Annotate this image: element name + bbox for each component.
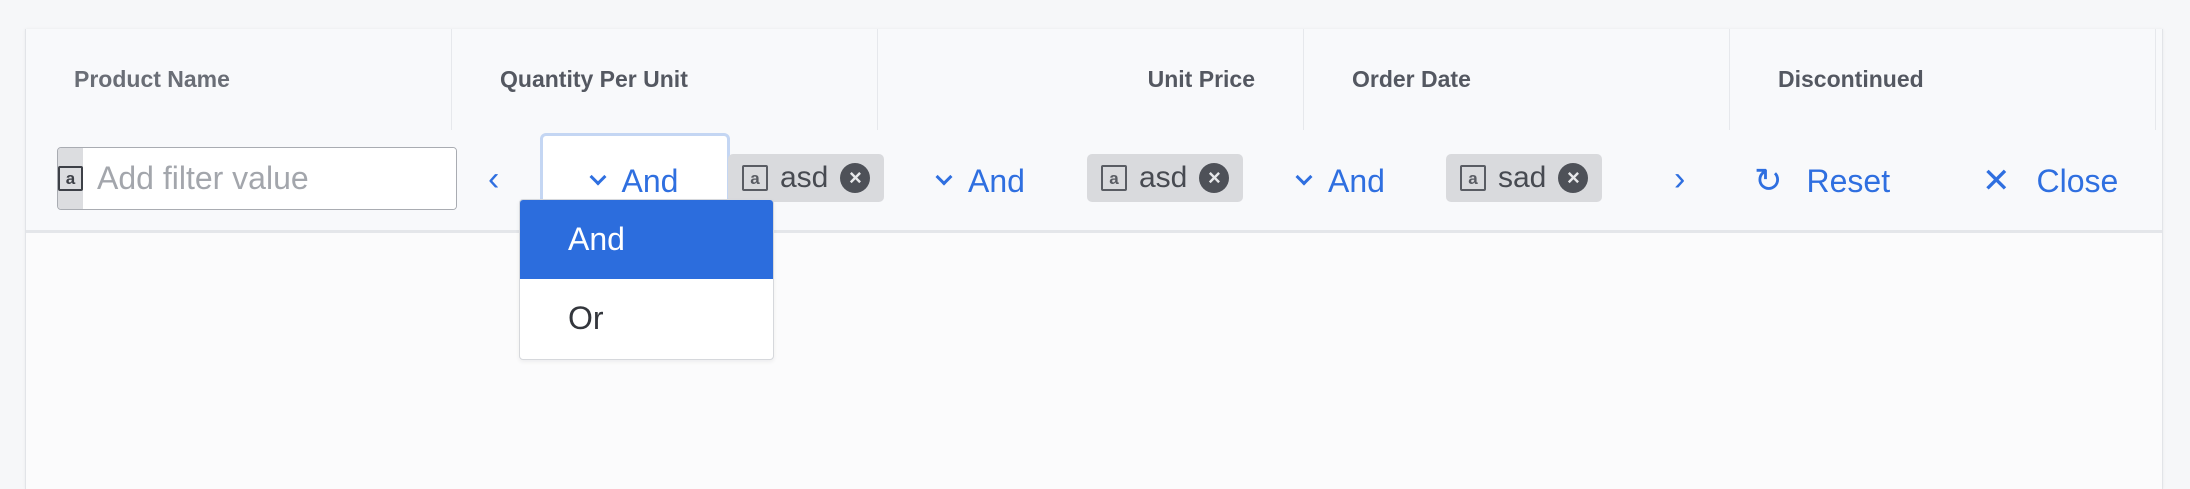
column-header-discontinued[interactable]: Discontinued [1730,29,2156,130]
reset-icon: ↻ [1754,162,1783,200]
chevron-down-icon [589,168,607,186]
chip-value: asd [1139,161,1188,194]
dropdown-option-or[interactable]: Or [520,279,773,358]
text-type-icon: a [58,166,83,191]
reset-label: Reset [1806,162,1891,199]
reset-button[interactable]: ↻ Reset [1754,152,1890,210]
remove-chip-icon[interactable]: × [1558,163,1589,193]
text-type-icon: a [1101,165,1127,191]
text-type-icon: a [1460,165,1486,191]
filter-chip-2[interactable]: a asd × [1087,154,1244,202]
operator-label: And [1328,162,1385,199]
chevron-down-icon [1295,168,1313,186]
close-label: Close [2036,162,2119,199]
operator-dropdown-menu: And Or [519,199,774,360]
chevron-down-icon [935,168,953,186]
filter-chip-3[interactable]: a sad × [1446,154,1603,202]
filter-value-input[interactable] [83,148,456,209]
column-label: Product Name [74,66,230,92]
column-header-product-name[interactable]: Product Name [26,29,452,130]
operator-dropdown-3[interactable]: And [1295,133,1385,229]
operator-label: And [621,162,679,199]
remove-chip-icon[interactable]: × [840,163,871,193]
filter-input-group: a [57,147,457,210]
column-label: Discontinued [1778,66,1924,92]
data-grid: Product Name Quantity Per Unit Unit Pric… [25,29,2163,489]
column-label: Quantity Per Unit [500,66,688,92]
dropdown-option-and[interactable]: And [520,200,773,279]
close-button[interactable]: ✕ Close [1982,152,2118,210]
column-header-quantity-per-unit[interactable]: Quantity Per Unit [452,29,878,130]
grid-header: Product Name Quantity Per Unit Unit Pric… [26,29,2162,130]
text-type-icon: a [742,165,768,191]
filter-type-button[interactable]: a [58,148,83,209]
filter-row: a ‹ And a asd × And a asd × And a [26,130,2162,233]
scroll-left-icon[interactable]: ‹ [488,160,499,199]
chip-value: sad [1498,161,1547,194]
operator-dropdown-2[interactable]: And [935,133,1025,229]
column-label: Unit Price [1147,66,1255,92]
column-label: Order Date [1352,66,1471,92]
close-icon: ✕ [1982,162,2011,200]
scroll-right-icon[interactable]: › [1674,160,1685,199]
chip-value: asd [780,161,829,194]
column-header-unit-price[interactable]: Unit Price [878,29,1304,130]
operator-label: And [968,162,1025,199]
filter-chip-1[interactable]: a asd × [728,154,885,202]
remove-chip-icon[interactable]: × [1199,163,1230,193]
column-header-order-date[interactable]: Order Date [1304,29,1730,130]
